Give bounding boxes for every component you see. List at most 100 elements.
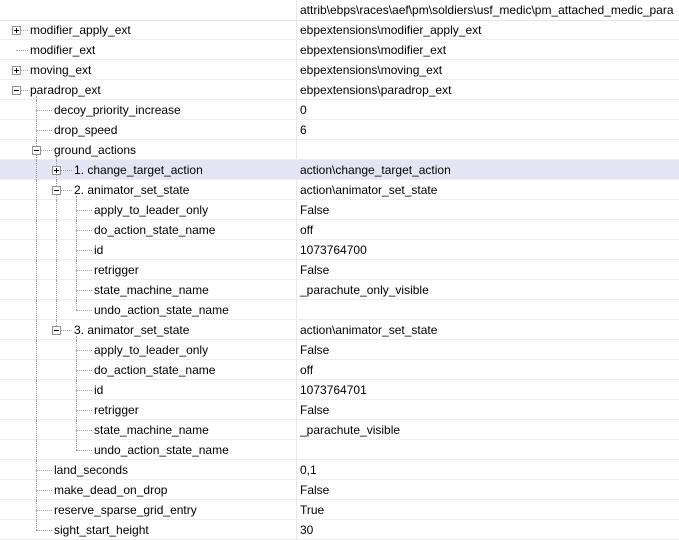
expand-plus-icon[interactable] bbox=[12, 66, 21, 75]
tree-guide-line bbox=[36, 180, 37, 200]
attribute-tree[interactable]: attrib\ebps\races\aef\pm\soldiers\usf_me… bbox=[0, 0, 679, 540]
tree-row-modifier-apply-ext[interactable]: modifier_apply_ext ebpextensions\modifier… bbox=[0, 20, 679, 40]
tree-row-id[interactable]: id 1073764700 bbox=[0, 240, 679, 260]
tree-row-decoy-priority-increase[interactable]: decoy_priority_increase 0 bbox=[0, 100, 679, 120]
tree-row-state-machine-name[interactable]: state_machine_name _parachute_visible bbox=[0, 420, 679, 440]
tree-connector-line bbox=[76, 450, 92, 451]
tree-guide-line bbox=[36, 280, 37, 300]
tree-connector-line bbox=[76, 430, 92, 431]
tree-connector-line bbox=[76, 250, 92, 251]
tree-connector-line bbox=[76, 290, 92, 291]
tree-row-value: True bbox=[300, 503, 325, 517]
tree-row-make-dead-on-drop[interactable]: make_dead_on_drop False bbox=[0, 480, 679, 500]
tree-connector-line bbox=[36, 110, 52, 111]
tree-connector-line bbox=[76, 310, 92, 311]
collapse-minus-icon[interactable] bbox=[52, 186, 61, 195]
tree-row-undo-action-state-name[interactable]: undo_action_state_name bbox=[0, 440, 679, 460]
tree-row-value: _parachute_visible bbox=[300, 423, 401, 437]
tree-guide-line bbox=[36, 400, 37, 420]
tree-row-retrigger[interactable]: retrigger False bbox=[0, 260, 679, 280]
tree-row-label: modifier_ext bbox=[30, 43, 96, 57]
tree-row-value: off bbox=[300, 223, 314, 237]
header-path: attrib\ebps\races\aef\pm\soldiers\usf_me… bbox=[300, 3, 674, 17]
tree-row-land-seconds[interactable]: land_seconds 0,1 bbox=[0, 460, 679, 480]
tree-row-label: 3. animator_set_state bbox=[74, 323, 190, 337]
tree-row-label: land_seconds bbox=[54, 463, 129, 477]
tree-row-state-machine-name[interactable]: state_machine_name _parachute_only_visibl… bbox=[0, 280, 679, 300]
tree-row-label: ground_actions bbox=[54, 143, 137, 157]
tree-row-label: apply_to_leader_only bbox=[94, 343, 209, 357]
tree-row-label: state_machine_name bbox=[94, 423, 209, 437]
tree-connector-line bbox=[76, 370, 92, 371]
tree-connector-line bbox=[36, 530, 52, 531]
tree-row-undo-action-state-name[interactable]: undo_action_state_name bbox=[0, 300, 679, 320]
tree-row-reserve-sparse-grid-entry[interactable]: reserve_sparse_grid_entry True bbox=[0, 500, 679, 520]
tree-guide-line bbox=[36, 200, 37, 220]
tree-row-retrigger[interactable]: retrigger False bbox=[0, 400, 679, 420]
tree-row-label: id bbox=[94, 243, 104, 257]
tree-row-value: False bbox=[300, 483, 330, 497]
tree-row-value: ebpextensions\paradrop_ext bbox=[300, 83, 452, 97]
tree-row-value: _parachute_only_visible bbox=[300, 283, 429, 297]
tree-row-value: 0 bbox=[300, 103, 307, 117]
tree-guide-line bbox=[36, 340, 37, 360]
tree-row-sight-start-height[interactable]: sight_start_height 30 bbox=[0, 520, 679, 540]
tree-connector-line bbox=[16, 50, 28, 51]
tree-row-value: 1073764701 bbox=[300, 383, 367, 397]
tree-row-value: action\change_target_action bbox=[300, 163, 451, 177]
collapse-minus-icon[interactable] bbox=[32, 146, 41, 155]
collapse-minus-icon[interactable] bbox=[12, 86, 21, 95]
tree-row-value: action\animator_set_state bbox=[300, 323, 438, 337]
tree-connector-line bbox=[76, 390, 92, 391]
tree-guide-line bbox=[36, 440, 37, 460]
expand-plus-icon[interactable] bbox=[12, 26, 21, 35]
tree-guide-line bbox=[56, 300, 57, 320]
tree-row-value: 0,1 bbox=[300, 463, 317, 477]
tree-row-label: 2. animator_set_state bbox=[74, 183, 190, 197]
tree-guide-line bbox=[76, 440, 77, 450]
collapse-minus-icon[interactable] bbox=[52, 326, 61, 335]
tree-row-label: apply_to_leader_only bbox=[94, 203, 209, 217]
tree-row-2-animator-set-state[interactable]: 2. animator_set_state action\animator_set… bbox=[0, 180, 679, 200]
tree-connector-line bbox=[76, 230, 92, 231]
tree-row-value: False bbox=[300, 403, 330, 417]
tree-row-3-animator-set-state[interactable]: 3. animator_set_state action\animator_set… bbox=[0, 320, 679, 340]
tree-guide-line bbox=[36, 520, 37, 530]
tree-guide-line bbox=[36, 300, 37, 320]
tree-guide-line bbox=[56, 260, 57, 280]
tree-row-drop-speed[interactable]: drop_speed 6 bbox=[0, 120, 679, 140]
tree-row-apply-to-leader-only[interactable]: apply_to_leader_only False bbox=[0, 340, 679, 360]
tree-row-ground-actions[interactable]: ground_actions bbox=[0, 140, 679, 160]
tree-row-value: ebpextensions\modifier_ext bbox=[300, 43, 447, 57]
tree-guide-line bbox=[76, 300, 77, 310]
expand-plus-icon[interactable] bbox=[52, 166, 61, 175]
tree-row-id[interactable]: id 1073764701 bbox=[0, 380, 679, 400]
tree-header: attrib\ebps\races\aef\pm\soldiers\usf_me… bbox=[0, 0, 679, 21]
tree-guide-line bbox=[36, 220, 37, 240]
tree-row-do-action-state-name[interactable]: do_action_state_name off bbox=[0, 360, 679, 380]
tree-row-moving-ext[interactable]: moving_ext ebpextensions\moving_ext bbox=[0, 60, 679, 80]
tree-row-label: retrigger bbox=[94, 263, 139, 277]
tree-guide-line bbox=[36, 420, 37, 440]
tree-row-apply-to-leader-only[interactable]: apply_to_leader_only False bbox=[0, 200, 679, 220]
tree-connector-line bbox=[76, 210, 92, 211]
tree-row-label: reserve_sparse_grid_entry bbox=[54, 503, 197, 517]
tree-guide-line bbox=[56, 280, 57, 300]
tree-row-label: id bbox=[94, 383, 104, 397]
tree-row-paradrop-ext[interactable]: paradrop_ext ebpextensions\paradrop_ext bbox=[0, 80, 679, 100]
tree-row-label: retrigger bbox=[94, 403, 139, 417]
tree-guide-line bbox=[56, 220, 57, 240]
tree-row-label: modifier_apply_ext bbox=[30, 23, 131, 37]
tree-row-value: False bbox=[300, 343, 330, 357]
tree-guide-line bbox=[36, 360, 37, 380]
tree-row-value: ebpextensions\modifier_apply_ext bbox=[300, 23, 482, 37]
tree-row-1-change-target-action[interactable]: 1. change_target_action action\change_tar… bbox=[0, 160, 679, 180]
tree-row-do-action-state-name[interactable]: do_action_state_name off bbox=[0, 220, 679, 240]
tree-connector-line bbox=[36, 130, 52, 131]
tree-row-value: False bbox=[300, 263, 330, 277]
tree-connector-line bbox=[36, 510, 52, 511]
tree-row-modifier-ext[interactable]: modifier_ext ebpextensions\modifier_ext bbox=[0, 40, 679, 60]
tree-row-label: sight_start_height bbox=[54, 523, 149, 537]
tree-connector-line bbox=[76, 350, 92, 351]
tree-row-value: 6 bbox=[300, 123, 307, 137]
